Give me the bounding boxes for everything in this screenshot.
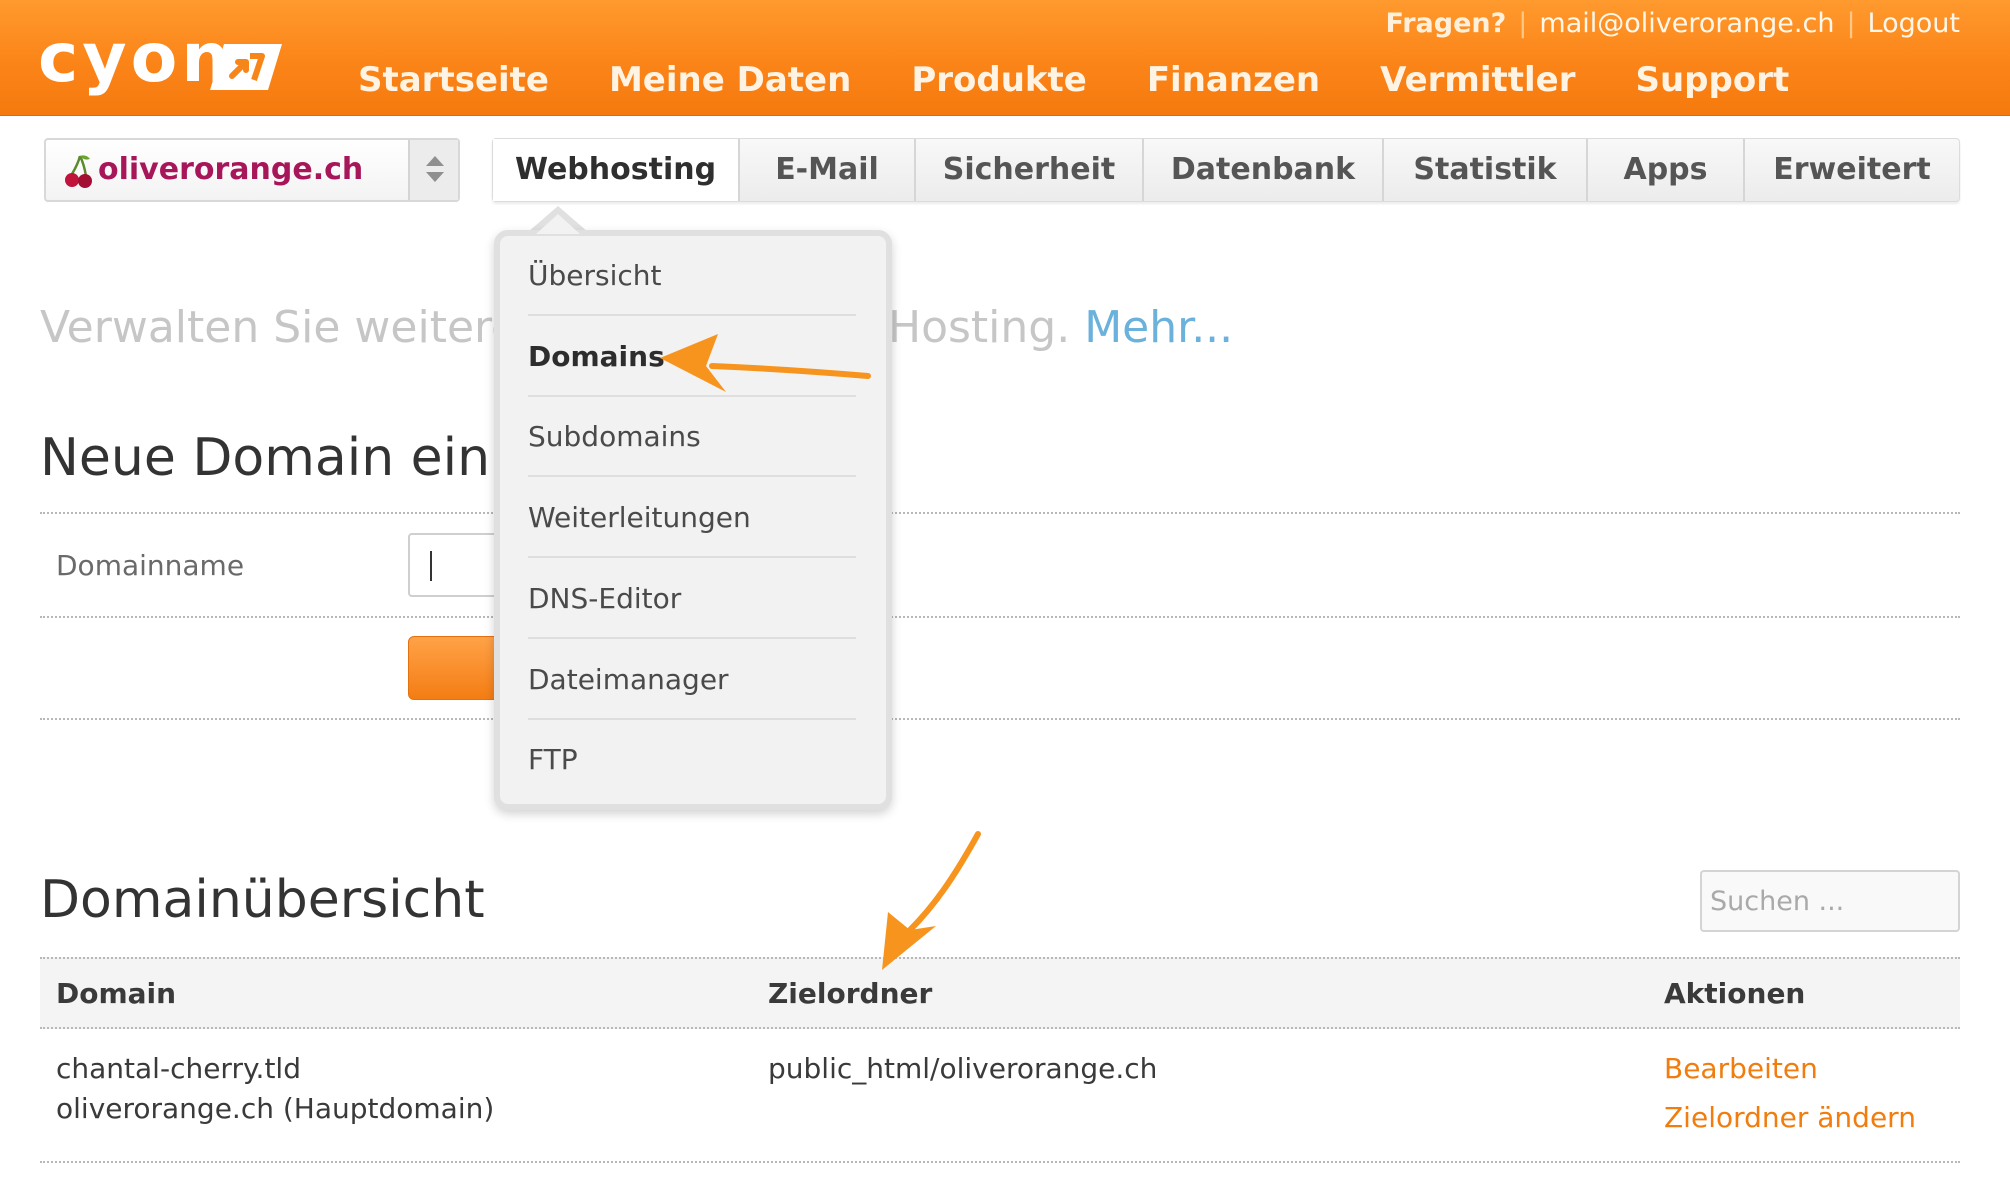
separator: | <box>1846 7 1856 39</box>
tab-email[interactable]: E-Mail <box>740 139 916 201</box>
column-aktionen: Aktionen <box>1664 977 1806 1010</box>
promo-text: Verwalten Sie weitere <box>40 302 519 353</box>
domain-overview-heading: Domainübersicht <box>40 870 485 930</box>
more-link[interactable]: Mehr... <box>1084 302 1233 353</box>
select-arrows-icon[interactable] <box>408 140 458 200</box>
tab-webhosting[interactable]: Webhosting <box>493 139 740 201</box>
tab-apps[interactable]: Apps <box>1588 139 1745 201</box>
logo-text: cyon <box>38 19 234 98</box>
promo-banner-right: Hosting. Mehr... <box>888 302 1233 353</box>
tab-erweitert[interactable]: Erweitert <box>1745 139 1959 201</box>
divider <box>40 512 1960 514</box>
divider <box>40 718 1960 720</box>
selected-domain: oliverorange.ch <box>98 152 364 187</box>
domain-selector[interactable]: oliverorange.ch <box>44 138 460 202</box>
column-zielordner[interactable]: Zielordner <box>768 959 932 1029</box>
menu-item-ftp[interactable]: FTP <box>528 720 856 800</box>
dropdown-pointer-fill <box>536 214 580 234</box>
tab-sicherheit[interactable]: Sicherheit <box>916 139 1144 201</box>
product-tabs: Webhosting E-Mail Sicherheit Datenbank S… <box>492 138 1960 202</box>
promo-text-right: Hosting. <box>888 302 1071 353</box>
new-domain-heading: Neue Domain einric <box>40 428 555 488</box>
cyon-logo-icon <box>210 44 282 90</box>
nav-finanzen[interactable]: Finanzen <box>1147 56 1320 104</box>
separator: | <box>1518 7 1528 39</box>
domain-cell: oliverorange.ch (Hauptdomain) <box>56 1092 495 1125</box>
top-links: Fragen? | mail@oliverorange.ch | Logout <box>1386 6 1961 40</box>
logout-link[interactable]: Logout <box>1868 8 1960 39</box>
domain-cell: chantal-cherry.tld <box>56 1052 301 1085</box>
change-folder-link[interactable]: Zielordner ändern <box>1664 1101 1916 1134</box>
folder-cell: public_html/oliverorange.ch <box>768 1052 1158 1085</box>
main-navigation: Startseite Meine Daten Produkte Finanzen… <box>358 56 1849 104</box>
column-domain[interactable]: Domain <box>56 959 176 1029</box>
edit-link[interactable]: Bearbeiten <box>1664 1052 1818 1085</box>
table-header: Domain Zielordner Aktionen <box>40 957 1960 1029</box>
annotation-arrow-icon <box>882 831 981 970</box>
divider <box>40 616 1960 618</box>
menu-item-dns-editor[interactable]: DNS-Editor <box>528 559 856 639</box>
cherry-icon <box>65 155 92 188</box>
domainname-label: Domainname <box>56 549 245 582</box>
arrow-up-icon <box>426 156 444 166</box>
cyon-logo[interactable]: cyon <box>38 24 282 100</box>
account-email-link[interactable]: mail@oliverorange.ch <box>1539 8 1834 39</box>
menu-item-domains[interactable]: Domains <box>528 317 856 397</box>
help-link[interactable]: Fragen? <box>1386 8 1507 39</box>
nav-vermittler[interactable]: Vermittler <box>1380 56 1575 104</box>
nav-produkte[interactable]: Produkte <box>911 56 1087 104</box>
tab-datenbank[interactable]: Datenbank <box>1144 139 1384 201</box>
text-caret <box>430 551 432 581</box>
arrow-down-icon <box>426 172 444 182</box>
divider <box>40 1161 1960 1163</box>
tab-statistik[interactable]: Statistik <box>1384 139 1588 201</box>
menu-item-subdomains[interactable]: Subdomains <box>528 397 856 477</box>
top-header: cyon Fragen? | mail@oliverorange.ch | Lo… <box>0 0 2010 116</box>
menu-item-uebersicht[interactable]: Übersicht <box>528 236 856 316</box>
nav-support[interactable]: Support <box>1635 56 1789 104</box>
menu-item-weiterleitungen[interactable]: Weiterleitungen <box>528 478 856 558</box>
search-input[interactable] <box>1700 870 1960 932</box>
webhosting-dropdown: Übersicht Domains Subdomains Weiterleitu… <box>494 230 892 810</box>
nav-meine-daten[interactable]: Meine Daten <box>609 56 851 104</box>
promo-banner: Verwalten Sie weitere <box>40 302 518 353</box>
menu-item-dateimanager[interactable]: Dateimanager <box>528 640 856 720</box>
nav-startseite[interactable]: Startseite <box>358 56 549 104</box>
